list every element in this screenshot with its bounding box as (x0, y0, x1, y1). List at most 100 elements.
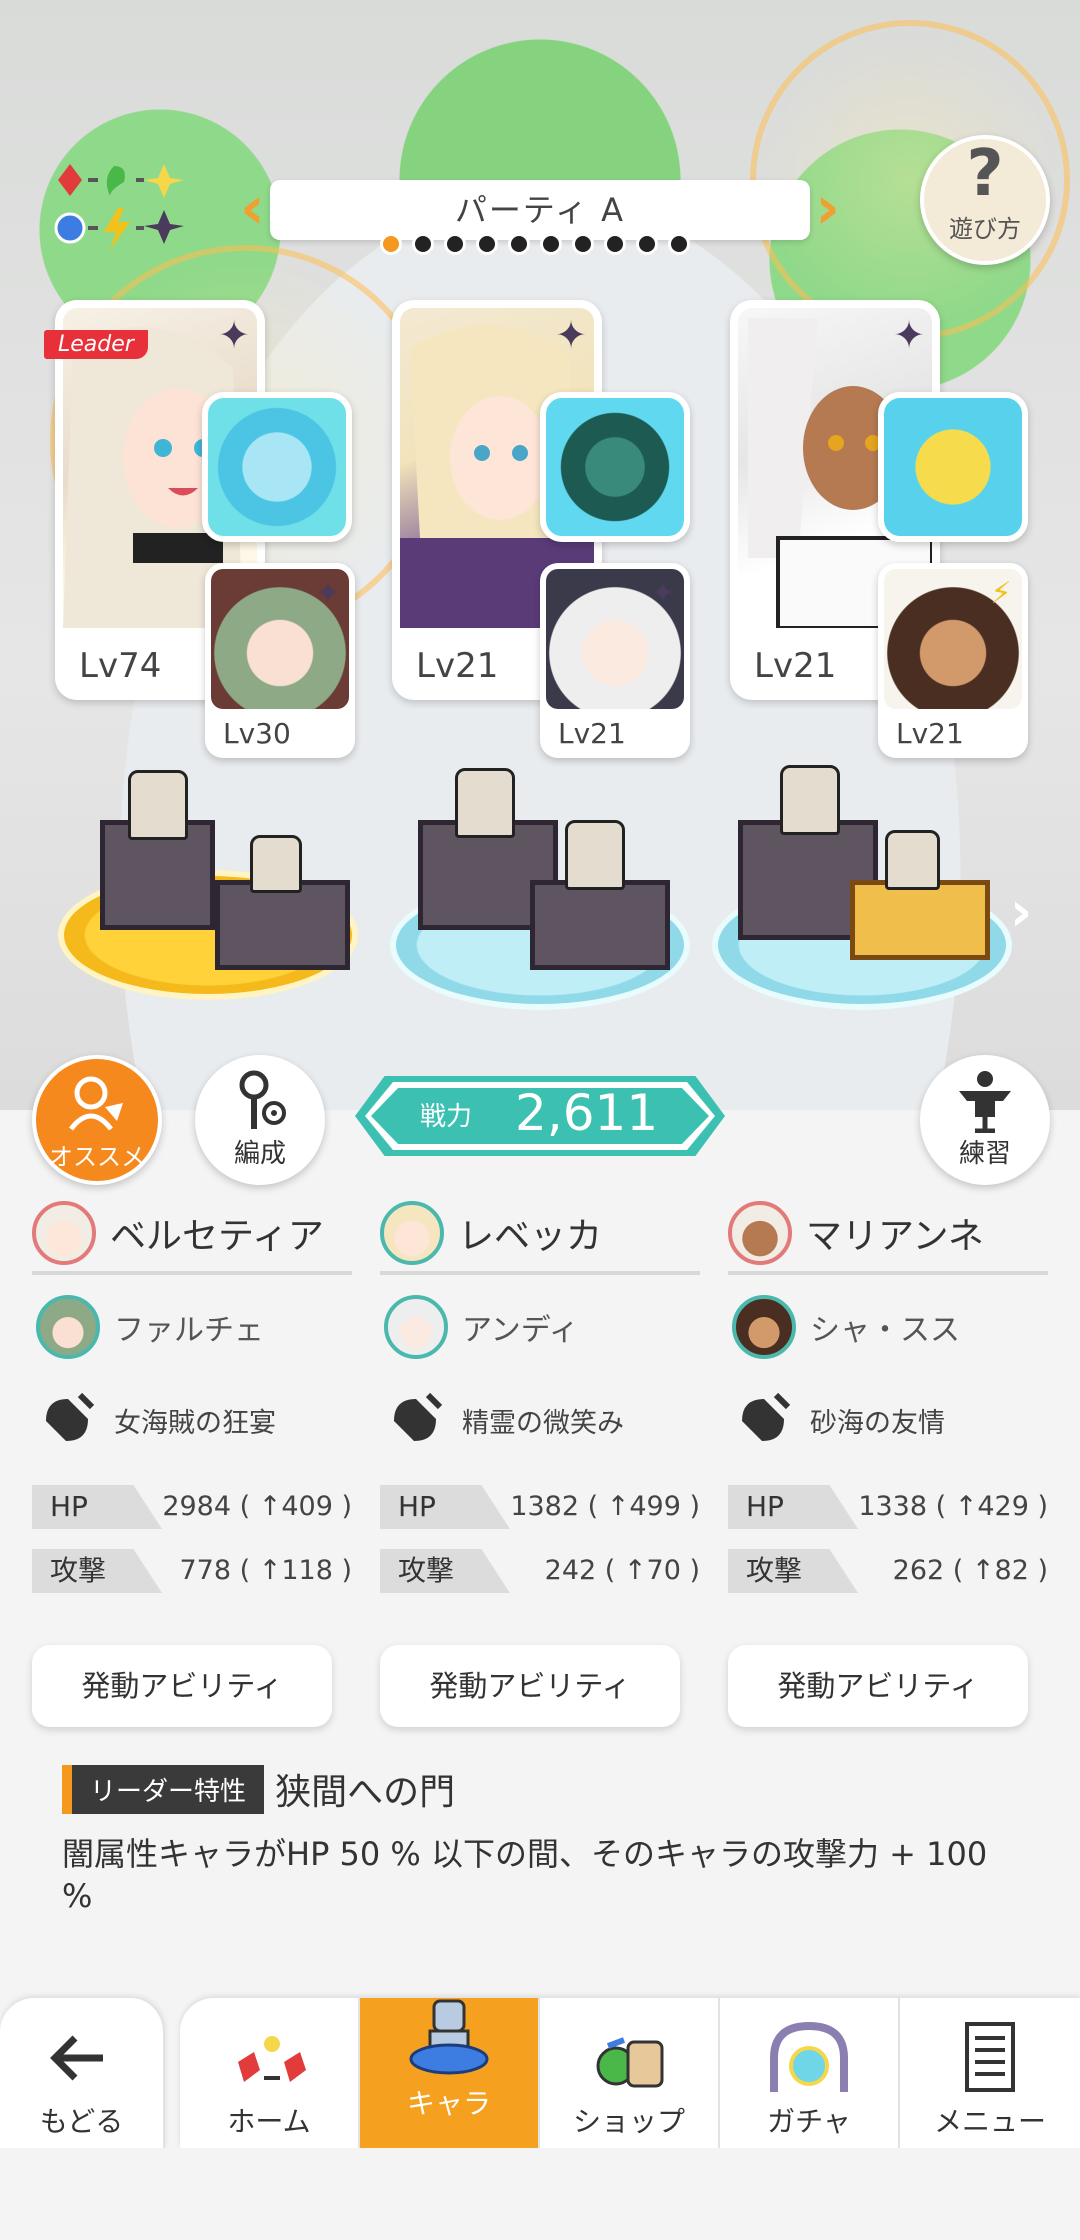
nav-tab-shop[interactable]: ショップ (540, 1998, 720, 2148)
hp-value: 1382 ( ↑499 ) (510, 1491, 700, 1522)
hp-label: HP (32, 1485, 162, 1529)
sub-character-name: シャ・スス (810, 1313, 960, 1348)
sub-character-row[interactable]: シャ・スス (728, 1279, 1048, 1375)
power-label: 戦力 (420, 1102, 473, 1132)
sub-character-row[interactable]: アンディ (380, 1279, 700, 1375)
party-page-dot[interactable] (540, 233, 562, 255)
main-character-row[interactable]: マリアンネ (728, 1195, 1048, 1275)
party-page-dot[interactable] (412, 233, 434, 255)
main-character-name: レベッカ (458, 1216, 603, 1257)
sub-character-name: アンディ (462, 1313, 579, 1348)
sub-char-card-3[interactable]: ⚡ Lv21 (878, 563, 1028, 758)
help-label: 遊び方 (949, 215, 1021, 243)
gacha-portal-icon (770, 2022, 848, 2092)
attack-stat: 攻撃 778 ( ↑118 ) (32, 1549, 352, 1593)
character-sprite (250, 835, 302, 893)
party-page-dot[interactable] (508, 233, 530, 255)
menu-list-icon (965, 2022, 1015, 2092)
ability-button[interactable]: 発動アビリティ (380, 1645, 680, 1727)
party-page-dot[interactable] (668, 233, 690, 255)
party-stage: ‹ パーティ A › ? 遊び方 ✦ Lv74 Leader ✦ Lv30 ✦ … (0, 0, 1080, 1110)
formation-button[interactable]: 編成 (195, 1055, 325, 1185)
weapon-name: 女海賊の狂宴 (114, 1407, 276, 1439)
nav-tab-label: キャラ (406, 2087, 491, 2120)
nav-tab-label: ホーム (227, 2105, 311, 2138)
weapon-slot-icon[interactable] (878, 392, 1028, 542)
nav-tab-home[interactable]: ホーム (180, 1998, 360, 2148)
home-gems-icon (238, 2036, 306, 2082)
party-page-dots (380, 232, 700, 256)
formation-label: 編成 (233, 1139, 286, 1169)
main-character-row[interactable]: ベルセティア (32, 1195, 352, 1275)
shop-bag-icon (596, 2037, 664, 2088)
party-page-dot[interactable] (572, 233, 594, 255)
sub-char-card-2[interactable]: ✦ Lv21 (540, 563, 690, 758)
hp-label: HP (728, 1485, 858, 1529)
party-page-dot[interactable] (444, 233, 466, 255)
leader-badge: Leader (44, 330, 148, 359)
character-sprite (885, 830, 940, 890)
attack-label: 攻撃 (380, 1549, 510, 1593)
formation-gear-icon (239, 1070, 286, 1129)
character-level: Lv21 (754, 646, 837, 686)
nav-tab-chara[interactable]: キャラ (360, 1998, 540, 2148)
character-pedestal-icon (409, 1999, 489, 2075)
weapon-icon (394, 1392, 443, 1441)
dark-star-icon: ✦ (555, 313, 587, 357)
ability-button[interactable]: 発動アビリティ (32, 1645, 332, 1727)
pedestal-block (850, 880, 990, 960)
attack-label: 攻撃 (728, 1549, 858, 1593)
character-sprite (565, 820, 625, 890)
team-power-badge: 戦力 2,611 (355, 1076, 725, 1156)
character-sprite (128, 770, 188, 840)
main-character-row[interactable]: レベッカ (380, 1195, 700, 1275)
help-button[interactable]: ? 遊び方 (920, 135, 1050, 265)
party-page-dot[interactable] (476, 233, 498, 255)
party-page-dot[interactable] (604, 233, 626, 255)
ability-button[interactable]: 発動アビリティ (728, 1645, 1028, 1727)
weapon-row[interactable]: 精霊の微笑み (380, 1375, 700, 1465)
avatar (32, 1201, 96, 1265)
team-member-column-3: マリアンネ シャ・スス 砂海の友情 HP 1338 ( ↑429 ) 攻撃 26… (728, 1195, 1048, 1727)
attack-label: 攻撃 (32, 1549, 162, 1593)
scroll-right-arrow-icon[interactable]: › (1010, 880, 1032, 943)
nav-tab-label: メニュー (933, 2105, 1046, 2138)
weapon-name: 精霊の微笑み (462, 1407, 624, 1439)
avatar (36, 1295, 100, 1359)
weapon-icon (742, 1392, 791, 1441)
nav-tab-menu[interactable]: メニュー (900, 1998, 1080, 2148)
dark-star-icon: ✦ (650, 576, 676, 611)
party-page-dot[interactable] (380, 233, 402, 255)
nav-tab-gacha[interactable]: ガチャ (720, 1998, 900, 2148)
main-character-name: マリアンネ (806, 1216, 984, 1257)
party-next-chevron-icon[interactable]: › (800, 178, 840, 242)
attack-value: 778 ( ↑118 ) (179, 1555, 352, 1586)
sub-character-row[interactable]: ファルチェ (32, 1279, 352, 1375)
leader-skill-title: 狭間への門 (275, 1772, 456, 1813)
practice-button[interactable]: 練習 (920, 1055, 1050, 1185)
weapon-row[interactable]: 女海賊の狂宴 (32, 1375, 352, 1465)
question-mark-icon: ? (966, 137, 1004, 211)
nav-tab-label: ガチャ (767, 2105, 851, 2138)
bottom-navigation: もどる ホーム キャラ ショップ ガチャ メニュー (0, 1998, 1080, 2148)
avatar (380, 1201, 444, 1265)
hp-label: HP (380, 1485, 510, 1529)
attack-value: 262 ( ↑82 ) (892, 1555, 1048, 1586)
weapon-slot-icon[interactable] (202, 392, 352, 542)
attack-value: 242 ( ↑70 ) (544, 1555, 700, 1586)
sub-char-card-1[interactable]: ✦ Lv30 (205, 563, 355, 758)
element-affinity-icon[interactable] (52, 160, 192, 250)
bottom-system-bar (0, 2148, 1080, 2240)
recommend-button[interactable]: オススメ (32, 1055, 162, 1185)
auto-party-icon (69, 1076, 123, 1131)
practice-label: 練習 (958, 1139, 1011, 1169)
back-button[interactable]: もどる (0, 1998, 165, 2148)
party-page-dot[interactable] (636, 233, 658, 255)
back-arrow-icon (49, 2035, 103, 2081)
weapon-row[interactable]: 砂海の友情 (728, 1375, 1048, 1465)
weapon-slot-icon[interactable] (540, 392, 690, 542)
hp-stat: HP 1338 ( ↑429 ) (728, 1485, 1048, 1529)
back-label: もどる (39, 2105, 124, 2138)
character-level: Lv30 (223, 717, 291, 750)
hp-stat: HP 2984 ( ↑409 ) (32, 1485, 352, 1529)
